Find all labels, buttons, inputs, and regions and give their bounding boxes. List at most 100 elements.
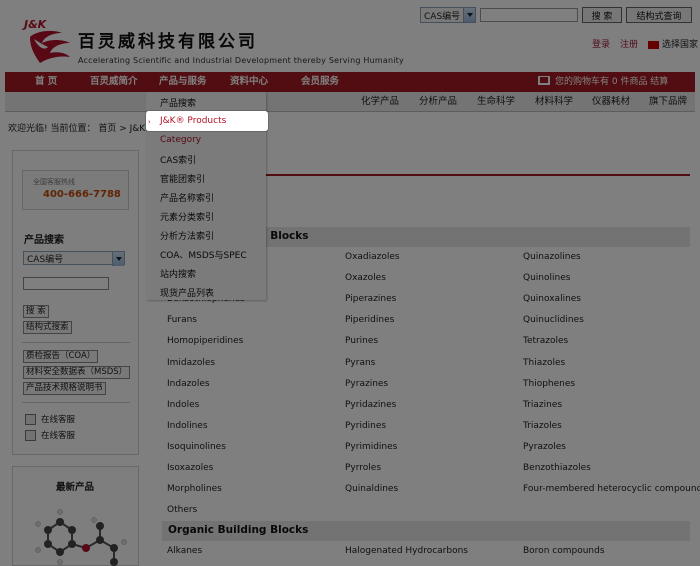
list-item[interactable]: Four-membered heterocyclic compound [523, 484, 700, 494]
register-link[interactable]: 注册 [620, 37, 638, 50]
subnav-item-analytical[interactable]: 分析产品 [419, 92, 457, 112]
list-item[interactable]: Pyridines [345, 421, 386, 431]
list-item[interactable]: Furans [167, 315, 197, 325]
list-item[interactable]: Triazines [523, 400, 562, 410]
subnav-item-instruments[interactable]: 仪器耗材 [592, 92, 630, 112]
china-flag-icon [648, 40, 660, 49]
online-service-label: 在线客服 [41, 431, 76, 441]
sidebar-search-select[interactable]: CAS编号 [23, 251, 125, 266]
list-item[interactable]: Indoles [167, 400, 199, 410]
online-service-2[interactable]: 在线客服 [25, 429, 75, 441]
dropdown-item-site-search[interactable]: 站内搜索 [160, 267, 196, 280]
molecule-image[interactable] [18, 500, 128, 566]
list-item[interactable]: Pyrroles [345, 463, 381, 473]
list-item[interactable]: Imidazoles [167, 358, 215, 368]
country-label: 选择国家 [662, 40, 699, 50]
header-search-select-value: CAS编号 [424, 11, 461, 22]
sidebar-divider [22, 342, 130, 343]
list-item[interactable]: Pyrans [345, 358, 375, 368]
list-item[interactable]: Piperazines [345, 294, 396, 304]
new-products-title: 最新产品 [56, 482, 95, 493]
structure-search-button[interactable]: 结构式查询 [626, 7, 692, 23]
cart-summary[interactable]: 您的购物车有 0 件商品 结算 [538, 72, 668, 92]
cart-icon [538, 76, 550, 85]
nav-item-about[interactable]: 百灵威简介 [90, 72, 138, 92]
list-item[interactable]: Quinolines [523, 273, 570, 283]
header-search-select[interactable]: CAS编号 [420, 7, 476, 23]
chevron-down-icon [463, 8, 475, 22]
online-service-1[interactable]: 在线客服 [25, 413, 75, 425]
breadcrumb: 欢迎光临! 当前位置： 首页 > J&K® [8, 124, 155, 134]
list-item[interactable]: Purines [345, 336, 378, 346]
list-item[interactable]: Quinoxalines [523, 294, 581, 304]
company-tagline: Accelerating Scientific and Industrial D… [78, 56, 404, 65]
sidebar-search-title: 产品搜索 [24, 235, 64, 246]
dropdown-item-product-name-index[interactable]: 产品名称索引 [160, 191, 214, 204]
account-links: 登录 注册 选择国家 [592, 37, 698, 50]
dropdown-item-element-index[interactable]: 元素分类索引 [160, 210, 214, 223]
dropdown-item-stock-list[interactable]: 现货产品列表 [160, 286, 214, 299]
spec-link[interactable]: 产品技术规格说明书 [23, 382, 106, 395]
list-item[interactable]: Oxazoles [345, 273, 386, 283]
dropdown-item-cas-index[interactable]: CAS索引 [160, 153, 196, 166]
coa-link[interactable]: 质检报告（COA） [23, 350, 99, 363]
list-item[interactable]: Quinaldines [345, 484, 398, 494]
header-search-input[interactable] [480, 8, 578, 22]
list-item[interactable]: Isoquinolines [167, 442, 226, 452]
subnav-item-materials[interactable]: 材料科学 [535, 92, 573, 112]
hotline-label: 全国客服热线 [33, 178, 75, 186]
sidebar-structure-button[interactable]: 结构式搜索 [23, 321, 72, 334]
subnav-item-brands[interactable]: 旗下品牌 [649, 92, 687, 112]
sidebar-divider [22, 402, 130, 403]
chat-icon [25, 429, 36, 441]
nav-item-members[interactable]: 会员服务 [301, 72, 339, 92]
dropdown-item-analysis-method-index[interactable]: 分析方法索引 [160, 229, 214, 242]
dropdown-item-category[interactable]: Category [160, 135, 201, 145]
list-item[interactable]: Pyridazines [345, 400, 396, 410]
sidebar-search-input[interactable] [23, 277, 109, 290]
logo-text: J&K [22, 18, 48, 31]
msds-link[interactable]: 材料安全数据表（MSDS） [23, 366, 131, 379]
list-item[interactable]: Pyrazoles [523, 442, 566, 452]
page: J&K 百灵威科技有限公司 Accelerating Scientific an… [0, 0, 700, 566]
sidebar-search-select-value: CAS编号 [27, 254, 64, 265]
list-item[interactable]: Morpholines [167, 484, 222, 494]
sidebar-search-button[interactable]: 搜 索 [23, 305, 49, 318]
dropdown-item-coa-msds-spec[interactable]: COA、MSDS与SPEC [160, 248, 247, 261]
list-item[interactable]: Pyrazines [345, 379, 388, 389]
country-selector[interactable]: 选择国家 [648, 37, 698, 50]
nav-item-home[interactable]: 首 页 [35, 72, 57, 92]
dropdown-item-jk-products-label: J&K® Products [160, 116, 227, 126]
dropdown-item-product-search[interactable]: 产品搜索 [160, 96, 196, 109]
nav-item-resources[interactable]: 资料中心 [230, 72, 268, 92]
list-item[interactable]: Halogenated Hydrocarbons [345, 546, 468, 556]
list-item[interactable]: Homopiperidines [167, 336, 243, 346]
list-item[interactable]: Benzothiazoles [523, 463, 591, 473]
list-item[interactable]: Alkanes [167, 546, 202, 556]
list-item[interactable]: Indazoles [167, 379, 210, 389]
list-item[interactable]: Quinuclidines [523, 315, 584, 325]
list-item[interactable]: Oxadiazoles [345, 252, 400, 262]
list-item[interactable]: Others [167, 505, 197, 515]
company-title: 百灵威科技有限公司 [78, 32, 258, 52]
list-item[interactable]: Tetrazoles [523, 336, 568, 346]
jk-logo[interactable]: J&K [22, 17, 74, 65]
dropdown-item-functional-group-index[interactable]: 官能团索引 [160, 172, 205, 185]
list-item[interactable]: Thiophenes [523, 379, 575, 389]
nav-item-products[interactable]: 产品与服务 [159, 72, 207, 92]
list-item[interactable]: Indolines [167, 421, 208, 431]
header-search-button[interactable]: 搜 索 [582, 7, 622, 23]
list-item[interactable]: Thiazoles [523, 358, 565, 368]
login-link[interactable]: 登录 [592, 37, 610, 50]
cart-text: 您的购物车有 0 件商品 结算 [555, 77, 669, 87]
list-item[interactable]: Boron compounds [523, 546, 605, 556]
list-item[interactable]: Isoxazoles [167, 463, 213, 473]
person-icon [25, 413, 36, 425]
list-item[interactable]: Triazoles [523, 421, 562, 431]
list-item[interactable]: Piperidines [345, 315, 394, 325]
sub-nav: 化学产品 分析产品 生命科学 材料科学 仪器耗材 旗下品牌 [5, 92, 695, 112]
list-item[interactable]: Pyrimidines [345, 442, 397, 452]
subnav-item-life-science[interactable]: 生命科学 [477, 92, 515, 112]
list-item[interactable]: Quinazolines [523, 252, 581, 262]
subnav-item-chemicals[interactable]: 化学产品 [361, 92, 399, 112]
